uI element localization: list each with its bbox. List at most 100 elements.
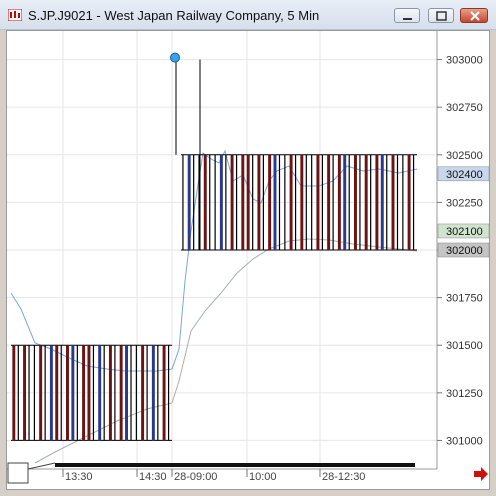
price-bar [114,345,116,441]
price-bar [193,154,195,250]
price-bar [71,345,75,441]
price-bar [225,154,227,250]
price-bar [23,345,27,441]
close-button[interactable] [460,8,488,23]
price-badge-label: 302100 [446,226,483,238]
price-bar [49,345,53,441]
price-bar [386,154,388,250]
price-bar [39,345,43,441]
price-bar [182,154,184,250]
price-bar [396,154,399,250]
moving-average-slow [34,238,418,464]
chart-window: S.JP.J9021 - West Japan Railway Company,… [0,0,496,496]
window-title: S.JP.J9021 - West Japan Railway Company,… [28,8,320,23]
price-bar [60,345,62,441]
price-bar [125,345,128,441]
price-bar [359,154,361,250]
price-bar [332,154,334,250]
price-bar [98,345,102,441]
price-bar [28,345,30,441]
price-bar [321,154,323,250]
time-tick-label: 10:00 [249,471,277,483]
price-bar [198,154,200,250]
time-tick-label: 14:30 [139,471,167,483]
price-chart[interactable]: 303000 302750 302500 302250 302000 301750 3015… [7,31,490,489]
price-bar [278,154,281,250]
close-icon [470,11,480,21]
price-tick-label: 302500 [446,150,483,162]
price-bar [300,154,304,250]
price-bar [305,154,307,250]
price-tick-label: 302750 [446,102,483,114]
time-axis: 13:30 14:30 28-09:00 10:00 28-12:30 [7,468,437,483]
price-bar [17,345,19,441]
spike-marker [170,52,201,250]
price-bar [103,345,105,441]
price-tick-label: 302250 [446,197,483,209]
chart-area[interactable]: 303000 302750 302500 302250 302000 301750 3015… [6,30,490,490]
price-bar [235,154,238,250]
time-tick-label: 28-12:30 [322,471,365,483]
price-bar [141,345,145,441]
price-bar [167,345,170,441]
minimize-button[interactable] [394,8,420,23]
price-bar [119,345,123,441]
scroll-right-arrow-icon[interactable] [472,466,490,482]
scroll-box[interactable] [7,462,29,484]
price-bar [203,154,207,250]
scroll-thumb[interactable] [55,463,415,467]
price-bar [146,345,148,441]
price-bar [44,345,46,441]
price-bar [407,154,411,250]
price-bar [370,154,372,250]
price-tick-label: 301000 [446,435,483,447]
price-bar [348,154,350,250]
price-bar [391,154,395,250]
price-bar [214,154,216,250]
price-tick-label: 301500 [446,340,483,352]
price-bar [230,154,234,250]
price-bar [92,345,95,441]
price-bar [273,154,277,250]
price-bar [412,154,415,250]
price-bar [257,154,261,250]
price-bar [12,345,16,441]
price-bar [209,154,211,250]
price-bar [284,154,286,250]
time-tick-label: 13:30 [65,471,93,483]
chart-app-icon [8,9,22,21]
price-bar [380,154,384,250]
time-tick-label: 28-09:00 [174,471,217,483]
price-badge-label: 302400 [446,169,483,181]
price-badges: 302400 302100 302000 [437,166,490,258]
price-bar [33,345,36,441]
price-tick-label: 301250 [446,388,483,400]
maximize-button[interactable] [428,8,454,23]
price-bar [246,154,250,250]
price-badge-label: 302000 [446,245,483,257]
price-bar [66,345,69,441]
price-bar [252,154,254,250]
price-bar [219,154,223,250]
alert-star-icon [170,52,180,63]
price-bar [157,345,159,441]
price-bar [343,154,347,250]
price-bar [135,345,137,441]
price-bar [364,154,368,250]
price-bar [294,154,297,250]
minimize-icon [403,18,412,20]
price-bar [289,154,293,250]
price-bar [337,154,341,250]
price-bar [76,345,78,441]
price-bar [311,154,313,250]
price-bar [130,345,132,441]
title-bar[interactable]: S.JP.J9021 - West Japan Railway Company,… [0,0,496,30]
price-bar [353,154,357,250]
price-bar [162,345,166,441]
price-bar [268,154,272,250]
price-bar [187,154,191,250]
price-bar [327,154,331,250]
price-bar [87,345,91,441]
maximize-icon [436,11,447,21]
price-bar [316,154,320,250]
